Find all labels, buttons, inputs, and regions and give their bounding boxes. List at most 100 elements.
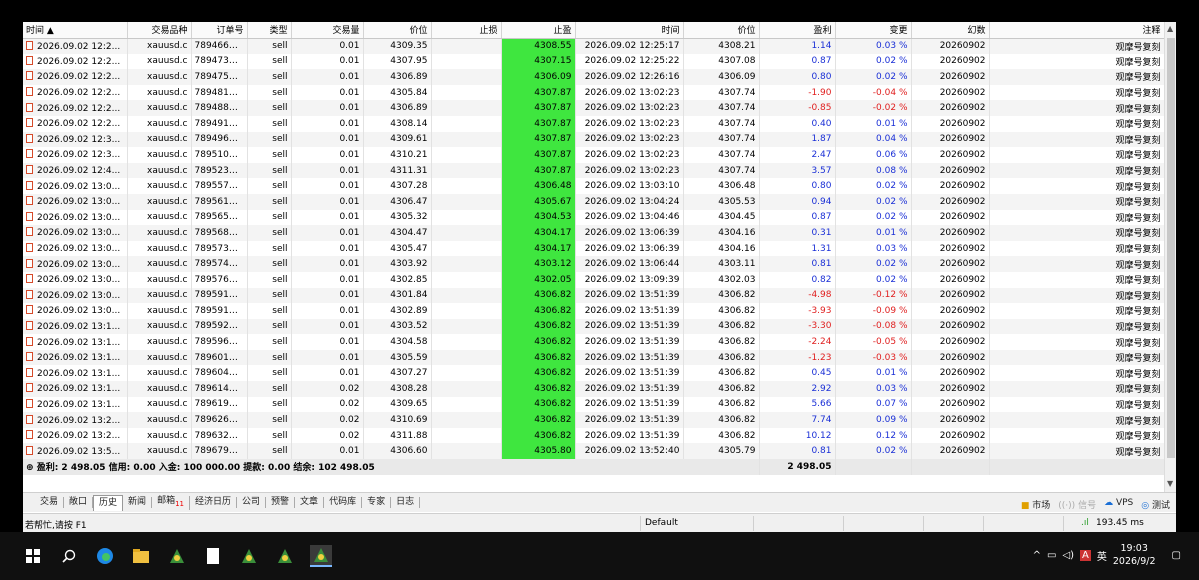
- table-row[interactable]: 2026.09.02 12:3... xauusd.c 789510843 sell 0…: [23, 147, 1165, 163]
- tab-3[interactable]: 新闻: [123, 497, 153, 508]
- tab-4[interactable]: 邮箱11: [152, 495, 190, 510]
- signal-tab[interactable]: ((·)) 信号: [1058, 498, 1096, 511]
- table-row[interactable]: 2026.09.02 13:1... xauusd.c 789592662 sell 0…: [23, 318, 1165, 335]
- table-row[interactable]: 2026.09.02 13:5... xauusd.c 789679224 sell 0…: [23, 443, 1165, 460]
- col-tp[interactable]: 止盈: [501, 22, 576, 39]
- table-row[interactable]: 2026.09.02 13:2... xauusd.c 789632746 sell 0…: [23, 427, 1165, 444]
- metatrader-icon-3[interactable]: [274, 545, 296, 567]
- cell: sell: [247, 53, 292, 70]
- col-type[interactable]: 类型: [247, 22, 292, 39]
- cell: 4304.16: [683, 225, 760, 241]
- cell: 4305.67: [501, 193, 576, 210]
- col-time[interactable]: 时间 ▲: [23, 22, 128, 39]
- col-symbol[interactable]: 交易品种: [127, 22, 192, 39]
- table-row[interactable]: 2026.09.02 13:0... xauusd.c 789573231 sell 0…: [23, 240, 1165, 257]
- windows-start-icon[interactable]: [22, 545, 44, 567]
- col-change[interactable]: 变更: [835, 22, 912, 39]
- col-order[interactable]: 订单号: [191, 22, 248, 39]
- col-magic[interactable]: 幻数: [911, 22, 990, 39]
- document-icon[interactable]: [202, 545, 224, 567]
- edge-browser-icon[interactable]: [94, 545, 116, 567]
- table-row[interactable]: 2026.09.02 13:0... xauusd.c 789576604 sell 0…: [23, 271, 1165, 288]
- col-price[interactable]: 价位: [363, 22, 432, 39]
- col-close-price[interactable]: 价位: [683, 22, 760, 39]
- search-icon[interactable]: [58, 545, 80, 567]
- cell: 观摩号复刻: [989, 349, 1165, 366]
- profile-name[interactable]: Default: [645, 518, 678, 528]
- cell: 789576604: [191, 271, 248, 288]
- cell: xauusd.c: [127, 69, 192, 85]
- tab-0[interactable]: 交易: [35, 497, 65, 508]
- tab-10[interactable]: 专家: [362, 497, 392, 508]
- metatrader-icon-2[interactable]: [238, 545, 260, 567]
- cell: 1.31: [759, 240, 836, 257]
- table-row[interactable]: 2026.09.02 12:2... xauusd.c 789466970 sell 0…: [23, 38, 1165, 54]
- tab-6[interactable]: 公司: [237, 497, 267, 508]
- cell: 789573231: [191, 240, 248, 257]
- table-row[interactable]: 2026.09.02 12:2... xauusd.c 789488605 sell 0…: [23, 100, 1165, 116]
- tab-5[interactable]: 经济日历: [190, 497, 238, 508]
- cell: sell: [247, 209, 292, 226]
- tab-8[interactable]: 文章: [295, 497, 325, 508]
- table-row[interactable]: 2026.09.02 13:0... xauusd.c 789561885 sell 0…: [23, 193, 1165, 210]
- tab-9[interactable]: 代码库: [324, 497, 363, 508]
- col-profit[interactable]: 盈利: [759, 22, 836, 39]
- cell: 4307.28: [363, 178, 432, 194]
- cell: xauusd.c: [127, 318, 192, 335]
- cell-time: 2026.09.02 12:2...: [23, 38, 128, 54]
- table-row[interactable]: 2026.09.02 12:3... xauusd.c 789496134 sell 0…: [23, 131, 1165, 148]
- metatrader-active-icon[interactable]: [310, 545, 332, 567]
- table-row[interactable]: 2026.09.02 12:2... xauusd.c 789475320 sell 0…: [23, 69, 1165, 85]
- table-row[interactable]: 2026.09.02 13:1... xauusd.c 789619181 sell 0…: [23, 396, 1165, 413]
- cell: xauusd.c: [127, 178, 192, 194]
- col-close-time[interactable]: 时间: [575, 22, 684, 39]
- vertical-scrollbar[interactable]: ▲ ▼: [1164, 22, 1176, 492]
- vps-tab[interactable]: ☁ VPS: [1104, 498, 1133, 511]
- scroll-up-icon[interactable]: ▲: [1167, 24, 1173, 33]
- cell: 4307.74: [683, 162, 760, 179]
- table-row[interactable]: 2026.09.02 12:2... xauusd.c 789491522 sell 0…: [23, 115, 1165, 132]
- tab-11[interactable]: 日志: [391, 497, 421, 508]
- table-row[interactable]: 2026.09.02 13:0... xauusd.c 789591539 sell 0…: [23, 287, 1165, 304]
- table-row[interactable]: 2026.09.02 13:1... xauusd.c 789596629 sell 0…: [23, 334, 1165, 350]
- table-row[interactable]: 2026.09.02 13:1... xauusd.c 789614726 sell 0…: [23, 381, 1165, 397]
- table-row[interactable]: 2026.09.02 13:2... xauusd.c 789626399 sell 0…: [23, 412, 1165, 428]
- col-comment[interactable]: 注释: [989, 22, 1165, 39]
- table-row[interactable]: 2026.09.02 12:2... xauusd.c 789473133 sell 0…: [23, 53, 1165, 70]
- tab-2[interactable]: 历史: [93, 494, 124, 511]
- tab-7[interactable]: 预警: [266, 497, 296, 508]
- expand-icon[interactable]: ⊕: [26, 463, 34, 473]
- table-row[interactable]: 2026.09.02 13:0... xauusd.c 789565277 sell 0…: [23, 209, 1165, 226]
- cell: 20260902: [911, 303, 990, 319]
- deal-icon: [26, 320, 33, 330]
- cell: 0.01: [291, 38, 364, 54]
- chevron-up-icon[interactable]: ^: [1033, 550, 1041, 561]
- col-volume[interactable]: 交易量: [291, 22, 364, 39]
- cell-time: 2026.09.02 13:0...: [23, 178, 128, 194]
- scroll-down-icon[interactable]: ▼: [1167, 479, 1173, 488]
- table-row[interactable]: 2026.09.02 13:0... xauusd.c 789591816 sell 0…: [23, 303, 1165, 319]
- table-row[interactable]: 2026.09.02 13:1... xauusd.c 789604230 sell 0…: [23, 365, 1165, 382]
- table-row[interactable]: 2026.09.02 13:0... xauusd.c 789574321 sell 0…: [23, 256, 1165, 272]
- table-row[interactable]: 2026.09.02 13:1... xauusd.c 789601174 sell 0…: [23, 349, 1165, 366]
- ime-icon[interactable]: A: [1080, 549, 1091, 561]
- ime-language[interactable]: 英: [1097, 548, 1107, 563]
- file-explorer-icon[interactable]: [130, 545, 152, 567]
- col-sl[interactable]: 止损: [431, 22, 502, 39]
- table-row[interactable]: 2026.09.02 12:4... xauusd.c 789523396 sell 0…: [23, 162, 1165, 179]
- cell: [431, 443, 502, 460]
- table-row[interactable]: 2026.09.02 13:0... xauusd.c 789568119 sell 0…: [23, 225, 1165, 241]
- deal-icon: [26, 165, 33, 175]
- market-tab[interactable]: ■ 市场: [1021, 498, 1050, 511]
- notification-icon[interactable]: ▢: [1172, 550, 1181, 561]
- cell: 2026.09.02 13:51:39: [575, 318, 684, 335]
- test-tab[interactable]: ◎ 测试: [1141, 498, 1170, 511]
- table-row[interactable]: 2026.09.02 13:0... xauusd.c 789557778 sell 0…: [23, 178, 1165, 194]
- scroll-thumb[interactable]: [1167, 38, 1175, 458]
- tab-1[interactable]: 敞口: [64, 497, 94, 508]
- clock[interactable]: 19:03 2026/9/2: [1113, 542, 1156, 568]
- volume-icon[interactable]: ◁): [1062, 550, 1074, 561]
- network-icon[interactable]: ▭: [1047, 550, 1056, 561]
- table-row[interactable]: 2026.09.02 12:2... xauusd.c 789481513 sell 0…: [23, 84, 1165, 101]
- metatrader-icon[interactable]: [166, 545, 188, 567]
